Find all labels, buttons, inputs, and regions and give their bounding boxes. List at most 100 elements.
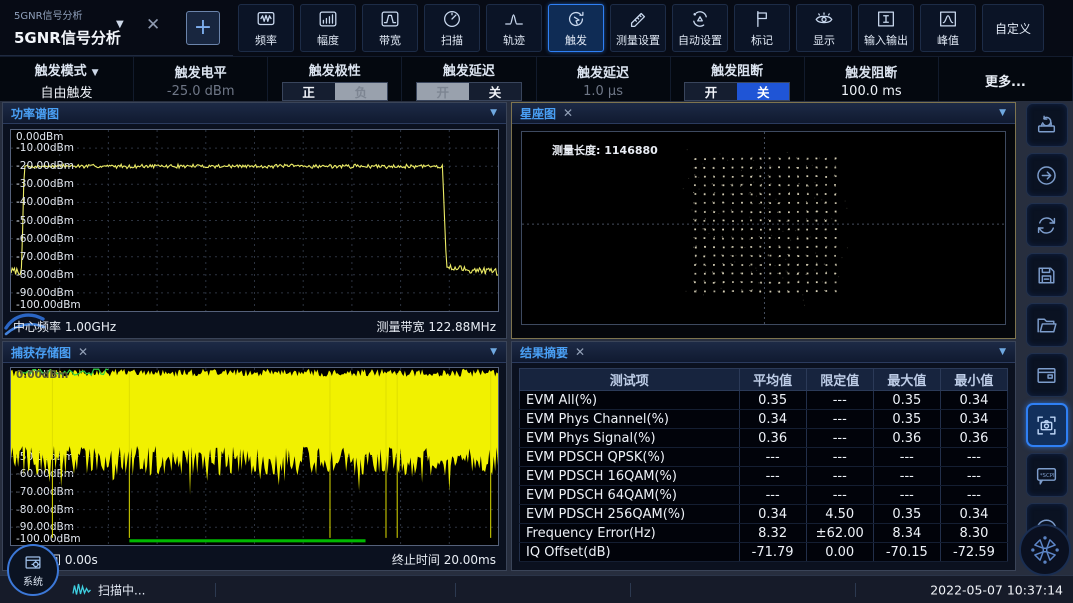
plot-footer: 起始时间 0.00s 终止时间 20.00ms [13, 551, 496, 568]
add-tab-button[interactable]: + [186, 11, 220, 45]
table-cell: -70.15 [873, 543, 940, 562]
navigator-button[interactable] [1019, 524, 1071, 576]
power-spectrum-panel: 功率谱图 ▼ 0.00dBm-10.00dBm-20.00dBm-30.00dB… [2, 102, 507, 339]
toggle-option-关[interactable]: 关 [469, 83, 521, 100]
measure-settings-icon [627, 8, 649, 30]
datetime-label: 2022-05-07 10:37:14 [930, 582, 1063, 597]
sidebar-button-save[interactable] [1026, 253, 1068, 297]
toggle-option-正[interactable]: 正 [283, 83, 335, 100]
table-cell: 0.34 [739, 410, 806, 429]
table-cell: --- [739, 448, 806, 467]
toolbar-button-trigger[interactable]: 触发 [548, 4, 604, 52]
toolbar-button-label: 标记 [751, 32, 773, 48]
table-cell: --- [739, 486, 806, 505]
toolbar-button-label: 自动设置 [678, 32, 722, 48]
table-row: EVM Phys Channel(%)0.34---0.350.34 [520, 410, 1008, 429]
table-cell: 0.36 [940, 429, 1007, 448]
toolbar-button-sweep[interactable]: 扫描 [424, 4, 480, 52]
toolbar-button-trace[interactable]: 轨迹 [486, 4, 542, 52]
table-cell: EVM PDSCH 256QAM(%) [520, 505, 740, 524]
toolbar-button-frequency[interactable]: 频率 [238, 4, 294, 52]
frequency-icon [255, 8, 277, 30]
trigger-cell-value[interactable]: 1.0 µs [583, 84, 623, 99]
display-icon [813, 8, 835, 30]
trigger-cell-value[interactable]: 自由触发 [41, 82, 93, 101]
status-divider [455, 583, 456, 597]
触发极性-toggle: 正负 [282, 82, 389, 101]
collapse-caret-icon[interactable]: ▼ [999, 347, 1006, 357]
触发阻断-toggle: 开关 [684, 82, 791, 101]
system-button[interactable]: 系统 [7, 544, 59, 596]
toolbar-button-label: 自定义 [995, 20, 1031, 37]
trigger-cell-触发延迟[interactable]: 触发延迟1.0 µs [537, 57, 671, 101]
toolbar-button-custom[interactable]: 自定义 [982, 4, 1044, 52]
panel-close-icon[interactable]: ✕ [575, 345, 585, 359]
table-cell: --- [873, 448, 940, 467]
table-cell: --- [873, 486, 940, 505]
toolbar-buttons: 频率幅度带宽扫描轨迹触发测量设置自动设置 标记 显示输入输出峰值 自定义 [238, 4, 1044, 52]
trigger-cell-value[interactable]: -25.0 dBm [167, 84, 235, 99]
close-tab-icon[interactable]: ✕ [146, 17, 160, 34]
table-cell: 0.35 [739, 391, 806, 410]
table-cell: --- [806, 486, 873, 505]
toolbar-button-io[interactable]: 输入输出 [858, 4, 914, 52]
table-cell: EVM PDSCH 16QAM(%) [520, 467, 740, 486]
toggle-option-开[interactable]: 开 [685, 83, 737, 100]
toolbar-button-bandwidth[interactable]: 带宽 [362, 4, 418, 52]
toolbar-button-measure-settings[interactable]: 测量设置 [610, 4, 666, 52]
table-cell: --- [940, 467, 1007, 486]
more-button[interactable]: 更多... [985, 71, 1026, 90]
collapse-caret-icon[interactable]: ▼ [490, 108, 497, 118]
svg-text:*SCPI: *SCPI [1040, 472, 1055, 478]
table-cell: 0.34 [940, 505, 1007, 524]
trigger-cell-触发电平[interactable]: 触发电平-25.0 dBm [134, 57, 268, 101]
panel-close-icon[interactable]: ✕ [563, 106, 573, 120]
toolbar-button-auto-settings[interactable]: 自动设置 [672, 4, 728, 52]
table-cell: --- [806, 448, 873, 467]
trigger-cell-value[interactable]: 100.0 ms [841, 84, 902, 99]
sidebar-button-window[interactable] [1026, 353, 1068, 397]
status-divider [215, 583, 216, 597]
system-window-icon [22, 552, 44, 574]
toolbar-button-peak[interactable]: 峰值 [920, 4, 976, 52]
sidebar-button-print[interactable] [1026, 103, 1068, 147]
toggle-option-开[interactable]: 开 [417, 83, 469, 100]
page-title: 5GNR信号分析 [14, 27, 121, 48]
trigger-cell-label: 触发模式▼ [35, 60, 99, 79]
table-cell: 0.34 [940, 391, 1007, 410]
power-spectrum-body: 0.00dBm-10.00dBm-20.00dBm-30.00dBm-40.00… [3, 124, 506, 338]
scan-status-text: 扫描中... [98, 581, 145, 598]
results-summary-panel: 结果摘要 ✕ ▼ 测试项平均值限定值最大值最小值EVM All(%)0.35--… [511, 341, 1016, 571]
sidebar-button-scpi[interactable]: *SCPI [1026, 453, 1068, 497]
power-spectrum-plot: 0.00dBm-10.00dBm-20.00dBm-30.00dBm-40.00… [10, 129, 499, 312]
table-cell: IQ Offset(dB) [520, 543, 740, 562]
trigger-cell-更多...[interactable]: 更多... [939, 57, 1073, 101]
toggle-option-负[interactable]: 负 [335, 83, 387, 100]
trigger-cell-触发阻断[interactable]: 触发阻断 100.0 ms [805, 57, 939, 101]
scan-status: 扫描中... [72, 581, 145, 598]
table-row: EVM All(%)0.35---0.350.34 [520, 391, 1008, 410]
toolbar-button-marker[interactable]: 标记 [734, 4, 790, 52]
sidebar-button-sync[interactable] [1026, 203, 1068, 247]
mode-tab[interactable]: 5GNR信号分析 ▼ 5GNR信号分析 ✕ + [0, 0, 233, 56]
constellation-plot: 测量长度: 1146880 [521, 131, 1006, 325]
column-header: 限定值 [806, 369, 873, 391]
table-cell: 0.00 [806, 543, 873, 562]
trigger-cell-label: 触发阻断 [845, 62, 897, 81]
trigger-cell-触发模式[interactable]: 触发模式▼ 自由触发 [0, 57, 134, 101]
toolbar-button-amplitude[interactable]: 幅度 [300, 4, 356, 52]
table-cell: 0.36 [739, 429, 806, 448]
sidebar-button-forward[interactable] [1026, 153, 1068, 197]
sidebar-button-screenshot[interactable] [1026, 403, 1068, 447]
table-header-row: 测试项平均值限定值最大值最小值 [520, 369, 1008, 391]
toggle-option-关[interactable]: 关 [737, 83, 789, 100]
table-cell: EVM PDSCH QPSK(%) [520, 448, 740, 467]
table-row: EVM PDSCH 16QAM(%)------------ [520, 467, 1008, 486]
collapse-caret-icon[interactable]: ▼ [490, 347, 497, 357]
toolbar-button-display[interactable]: 显示 [796, 4, 852, 52]
chevron-down-icon[interactable]: ▼ [92, 68, 99, 78]
collapse-caret-icon[interactable]: ▼ [999, 108, 1006, 118]
sidebar-button-open-folder[interactable] [1026, 303, 1068, 347]
panel-close-icon[interactable]: ✕ [78, 345, 88, 359]
trigger-cell-触发延迟: 触发延迟开关 [402, 57, 536, 101]
